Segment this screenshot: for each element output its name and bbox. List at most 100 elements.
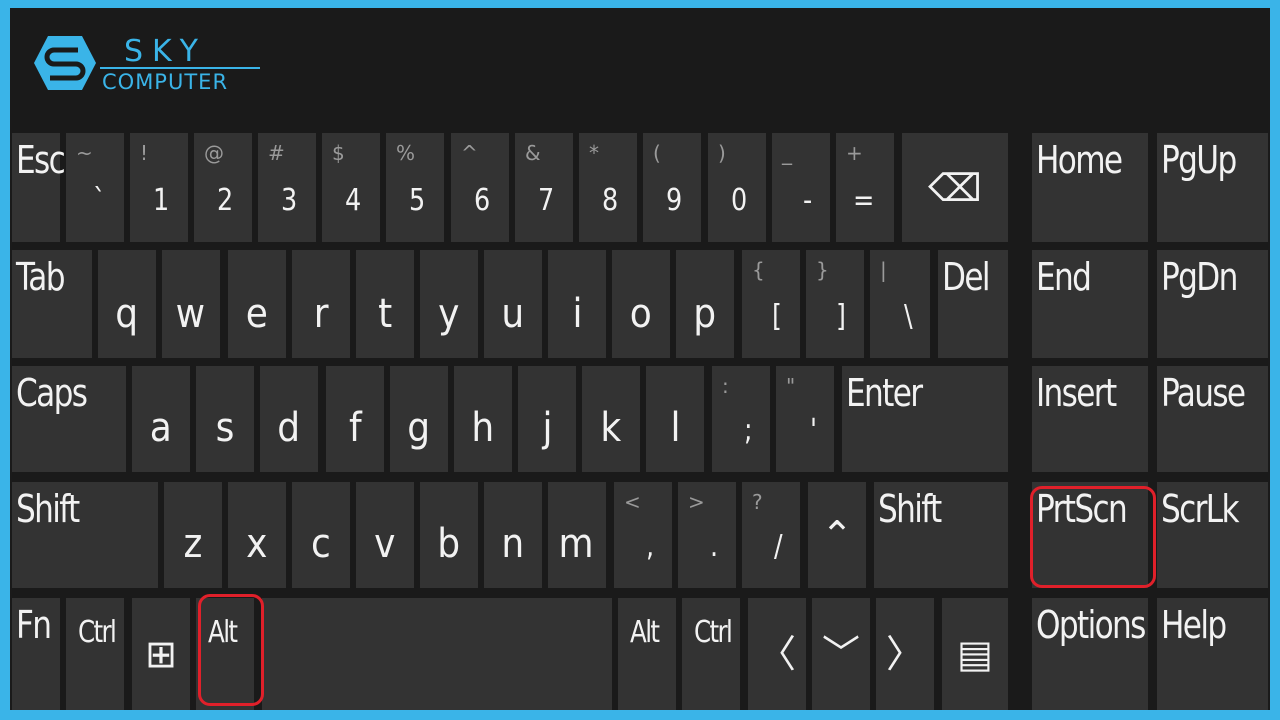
- key-g[interactable]: g: [390, 366, 448, 472]
- key-label: b: [437, 521, 460, 567]
- key-prtscn[interactable]: PrtScn: [1032, 482, 1148, 588]
- key-j[interactable]: j: [518, 366, 576, 472]
- key-t[interactable]: t: [356, 250, 414, 358]
- key-7[interactable]: 7 &: [515, 133, 573, 242]
- key-home[interactable]: Home: [1032, 133, 1148, 242]
- key-label: y: [438, 291, 459, 337]
- key-h[interactable]: h: [454, 366, 512, 472]
- key-n[interactable]: n: [484, 482, 542, 588]
- key-a[interactable]: a: [132, 366, 190, 472]
- key-ctrl[interactable]: Ctrl: [66, 598, 124, 710]
- key-sym47[interactable]: /?: [742, 482, 800, 588]
- arrow-left-key[interactable]: 〈: [748, 598, 806, 710]
- key-fn[interactable]: Fn: [12, 598, 60, 710]
- key-label: 4: [344, 183, 361, 218]
- key-4[interactable]: 4 $: [322, 133, 380, 242]
- key-options[interactable]: Options: [1032, 598, 1148, 710]
- key-esc[interactable]: Esc: [12, 133, 66, 242]
- key-help[interactable]: Help: [1157, 598, 1268, 710]
- backspace-key[interactable]: ⌫: [902, 133, 1008, 242]
- key-c[interactable]: c: [292, 482, 350, 588]
- key-tab[interactable]: Tab: [12, 250, 92, 358]
- menu-key[interactable]: ▤: [942, 598, 1008, 710]
- key-s[interactable]: s: [196, 366, 254, 472]
- key-caps[interactable]: Caps: [12, 366, 126, 472]
- key-enter[interactable]: Enter: [842, 366, 1008, 472]
- arrow-up-key[interactable]: ⌃: [808, 482, 866, 588]
- key-i[interactable]: i: [548, 250, 606, 358]
- key-w[interactable]: w: [162, 250, 220, 358]
- key-m[interactable]: m: [548, 482, 606, 588]
- key-x[interactable]: x: [228, 482, 286, 588]
- shift-label: :: [722, 374, 729, 398]
- windows-key[interactable]: ⊞: [132, 598, 190, 710]
- key-label: PrtScn: [1036, 487, 1128, 531]
- key-label: ScrLk: [1161, 487, 1240, 531]
- key-del[interactable]: Del: [938, 250, 1008, 358]
- key-f[interactable]: f: [326, 366, 384, 472]
- key-l[interactable]: l: [646, 366, 704, 472]
- key-o[interactable]: o: [612, 250, 670, 358]
- spacebar-key[interactable]: [262, 598, 612, 710]
- brand-sub: COMPUTER: [102, 70, 229, 94]
- key-6[interactable]: 6 ^: [451, 133, 509, 242]
- key-sym91[interactable]: [{: [742, 250, 800, 358]
- key-q[interactable]: q: [98, 250, 156, 358]
- key-insert[interactable]: Insert: [1032, 366, 1148, 472]
- key-end[interactable]: End: [1032, 250, 1148, 358]
- key-alt[interactable]: Alt: [618, 598, 676, 710]
- key-z[interactable]: z: [164, 482, 222, 588]
- key-9[interactable]: 9(: [643, 133, 701, 242]
- key-shift[interactable]: Shift: [12, 482, 158, 588]
- key-shift[interactable]: Shift: [874, 482, 1008, 588]
- key-ctrl[interactable]: Ctrl: [682, 598, 740, 710]
- key-pgup[interactable]: PgUp: [1157, 133, 1268, 242]
- key-k[interactable]: k: [582, 366, 640, 472]
- key-8[interactable]: 8 *: [579, 133, 637, 242]
- key-b[interactable]: b: [420, 482, 478, 588]
- key-sym44[interactable]: , <: [614, 482, 672, 588]
- shift-label: |: [880, 258, 887, 282]
- key-e[interactable]: e: [228, 250, 286, 358]
- arrow-right-icon: 〉: [885, 632, 925, 676]
- key-3[interactable]: 3 #: [258, 133, 316, 242]
- key-5[interactable]: 5%: [386, 133, 444, 242]
- key-scrlk[interactable]: ScrLk: [1157, 482, 1268, 588]
- key-backslash[interactable]: \ |: [870, 250, 930, 358]
- key-sym45[interactable]: - _: [772, 133, 830, 242]
- key-label: Ctrl: [78, 615, 117, 650]
- key-label: =: [852, 183, 874, 218]
- key-r[interactable]: r: [292, 250, 350, 358]
- key-label: j: [542, 405, 552, 451]
- key-y[interactable]: y: [420, 250, 478, 358]
- key-pgdn[interactable]: PgDn: [1157, 250, 1268, 358]
- key-pause[interactable]: Pause: [1157, 366, 1268, 472]
- shift-label: ^: [461, 141, 478, 165]
- key-label: 5: [408, 183, 425, 218]
- key-sym93[interactable]: ]}: [806, 250, 864, 358]
- brand-name: SKY: [124, 34, 207, 69]
- key-sym96[interactable]: ` ~: [66, 133, 124, 242]
- key-u[interactable]: u: [484, 250, 542, 358]
- key-0[interactable]: 0): [708, 133, 766, 242]
- key-label: 9: [665, 183, 682, 218]
- arrow-down-key[interactable]: ﹀: [812, 598, 870, 710]
- key-label: 3: [280, 183, 297, 218]
- key-label: 2: [216, 183, 233, 218]
- key-v[interactable]: v: [356, 482, 414, 588]
- key-sym39[interactable]: ' ": [776, 366, 834, 472]
- arrow-right-key[interactable]: 〉: [876, 598, 934, 710]
- key-sym61[interactable]: = +: [836, 133, 894, 242]
- key-2[interactable]: 2 @: [194, 133, 252, 242]
- key-label: Options: [1036, 603, 1146, 647]
- key-alt[interactable]: Alt: [196, 598, 254, 710]
- key-sym46[interactable]: . >: [678, 482, 736, 588]
- logo-hexagon-icon: [34, 36, 96, 90]
- key-d[interactable]: d: [260, 366, 318, 472]
- key-label: Ctrl: [694, 615, 733, 650]
- arrow-down-icon: ﹀: [821, 632, 861, 676]
- key-p[interactable]: p: [676, 250, 734, 358]
- key-sym59[interactable]: ;:: [712, 366, 770, 472]
- key-1[interactable]: 1!: [130, 133, 188, 242]
- key-label: u: [501, 291, 524, 337]
